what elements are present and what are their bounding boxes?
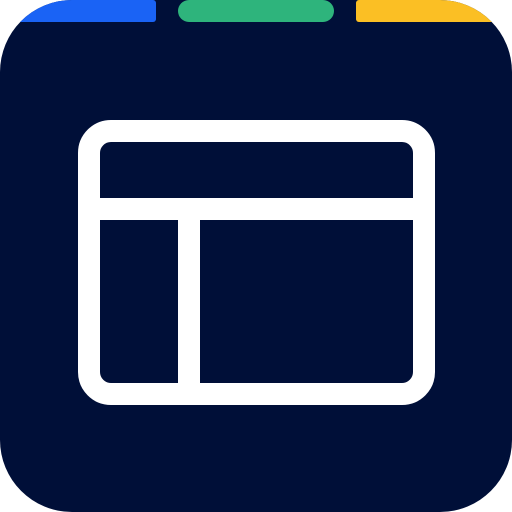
app-icon[interactable] bbox=[0, 0, 512, 512]
layout-icon bbox=[78, 120, 435, 405]
window-frame bbox=[78, 120, 435, 405]
